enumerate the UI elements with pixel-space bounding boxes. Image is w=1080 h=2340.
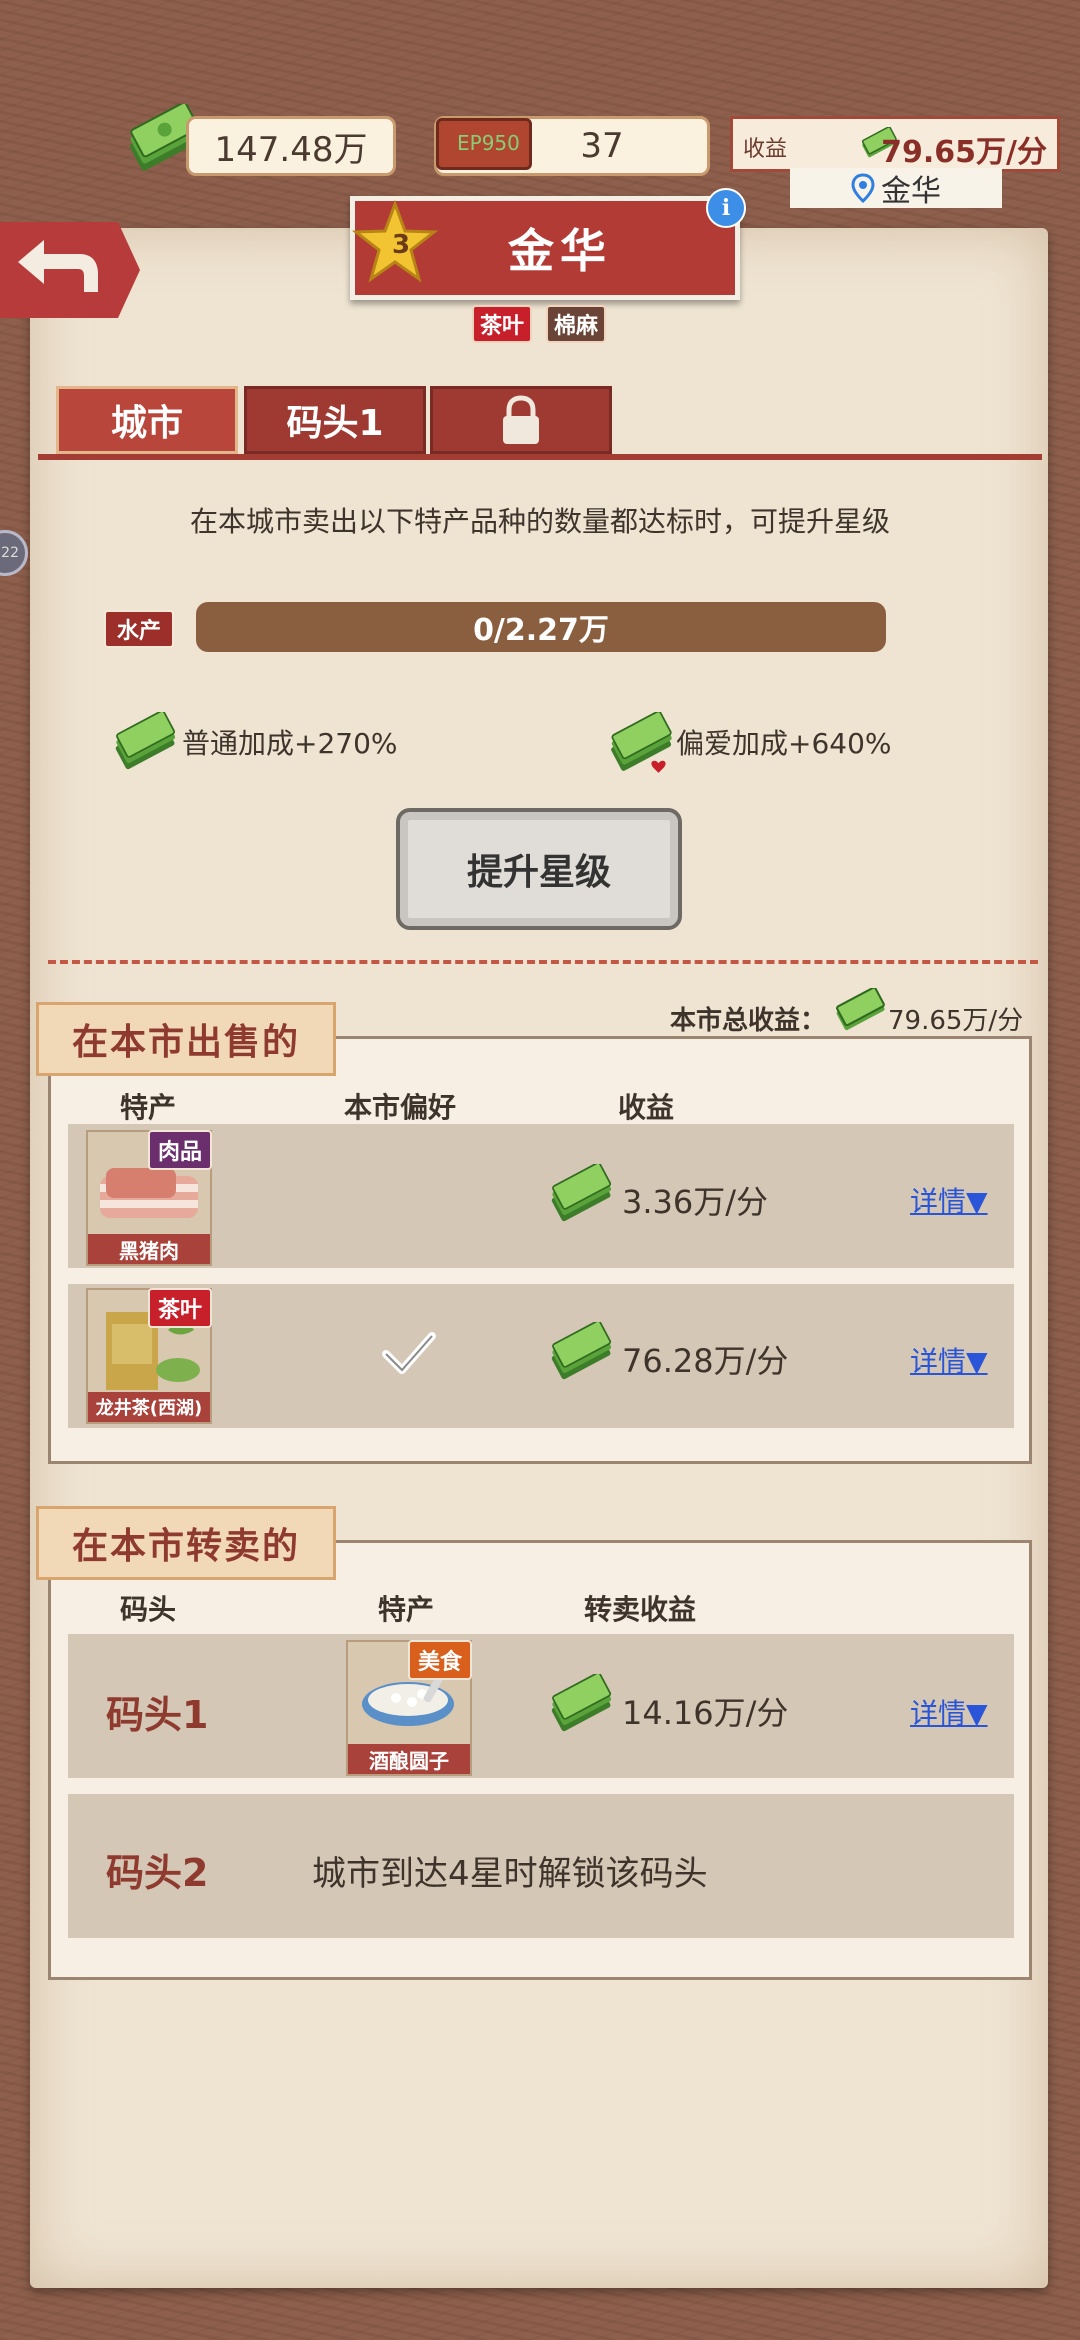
income-label: 收益 (743, 137, 788, 162)
resale-income-value: 14.16万/分 (622, 1694, 789, 1732)
ticket-count: 37 (580, 126, 624, 166)
product-tag: 茶叶 (147, 1288, 212, 1328)
back-button[interactable] (0, 222, 140, 318)
star-level-icon: 3 (352, 200, 438, 283)
lock-icon (503, 395, 539, 444)
product-name: 黑猪肉 (88, 1234, 210, 1264)
resale-row (68, 1634, 1014, 1778)
progress-bar: 0/2.27万 (196, 602, 886, 652)
cash-icon (551, 1322, 612, 1380)
cash-icon (115, 712, 176, 770)
income-value: 3.36万/分 (622, 1183, 769, 1221)
selling-section-title: 在本市出售的 (36, 1002, 336, 1076)
back-arrow-icon (18, 240, 98, 292)
cash-icon (836, 988, 885, 1031)
upgrade-star-button[interactable]: 提升星级 (396, 808, 682, 930)
city-name: 金华 (508, 224, 612, 278)
ticket-icon: EP950 (436, 118, 532, 170)
favorite-bonus: 偏爱加成+640% (676, 727, 892, 760)
wharf-name: 码头1 (106, 1693, 209, 1737)
col-header-product: 特产 (120, 1091, 177, 1124)
cash-icon (551, 1674, 612, 1732)
normal-bonus: 普通加成+270% (182, 727, 398, 760)
ticket-badge: EP950 (457, 131, 520, 155)
tab-city[interactable]: 城市 (56, 386, 238, 454)
location-pin-icon (851, 173, 875, 203)
col-header-income: 收益 (618, 1091, 675, 1124)
wharf-name: 码头2 (106, 1851, 209, 1895)
tab-wharf-1[interactable]: 码头1 (244, 386, 426, 454)
cash-icon (551, 1164, 612, 1222)
product-thumb-rice-ball[interactable]: 美食 酒酿圆子 (346, 1640, 472, 1776)
cash-heart-icon (611, 712, 672, 773)
cash-amount: 147.48万 (214, 129, 368, 170)
total-income-value: 79.65万/分 (888, 1006, 1024, 1036)
income-value: 76.28万/分 (622, 1342, 789, 1380)
income-value: 79.65万/分 (881, 135, 1047, 170)
tab-locked[interactable] (430, 386, 612, 454)
upgrade-description: 在本城市卖出以下特产品种的数量都达标时，可提升星级 (189, 505, 890, 538)
checkmark-icon (382, 1332, 436, 1374)
income-box: 收益 79.65万/分 (730, 116, 1060, 172)
resale-section-title: 在本市转卖的 (36, 1506, 336, 1580)
product-name: 龙井茶(西湖) (88, 1392, 210, 1422)
product-thumb-longjing-tea[interactable]: 茶叶 龙井茶(西湖) (86, 1288, 212, 1424)
location-display[interactable]: 金华 (790, 168, 1002, 209)
product-tag: 美食 (407, 1640, 472, 1680)
col-header-product: 特产 (378, 1593, 435, 1626)
product-thumb-black-pork[interactable]: 肉品 黑猪肉 (86, 1130, 212, 1266)
star-level-number: 3 (392, 230, 410, 260)
col-header-wharf: 码头 (120, 1593, 177, 1626)
category-badge: 水产 (104, 610, 174, 648)
cash-display: 147.48万 (186, 116, 396, 176)
progress-text: 0/2.27万 (473, 613, 609, 648)
col-header-resale-income: 转卖收益 (584, 1593, 697, 1626)
divider (48, 960, 1038, 964)
city-tag-cotton: 棉麻 (546, 305, 607, 343)
info-icon[interactable]: i (706, 188, 746, 228)
tab-underline (38, 454, 1042, 460)
detail-link[interactable]: 详情▼ (910, 1340, 988, 1380)
total-income-label: 本市总收益： (670, 1006, 827, 1036)
col-header-preference: 本市偏好 (344, 1091, 457, 1124)
location-name: 金华 (881, 174, 941, 209)
detail-link[interactable]: 详情▼ (910, 1180, 988, 1220)
locked-wharf-text: 城市到达4星时解锁该码头 (312, 1854, 708, 1894)
product-tag: 肉品 (147, 1130, 212, 1170)
city-tag-tea: 茶叶 (472, 305, 533, 343)
detail-link[interactable]: 详情▼ (910, 1692, 988, 1732)
product-name: 酒酿圆子 (348, 1744, 470, 1774)
